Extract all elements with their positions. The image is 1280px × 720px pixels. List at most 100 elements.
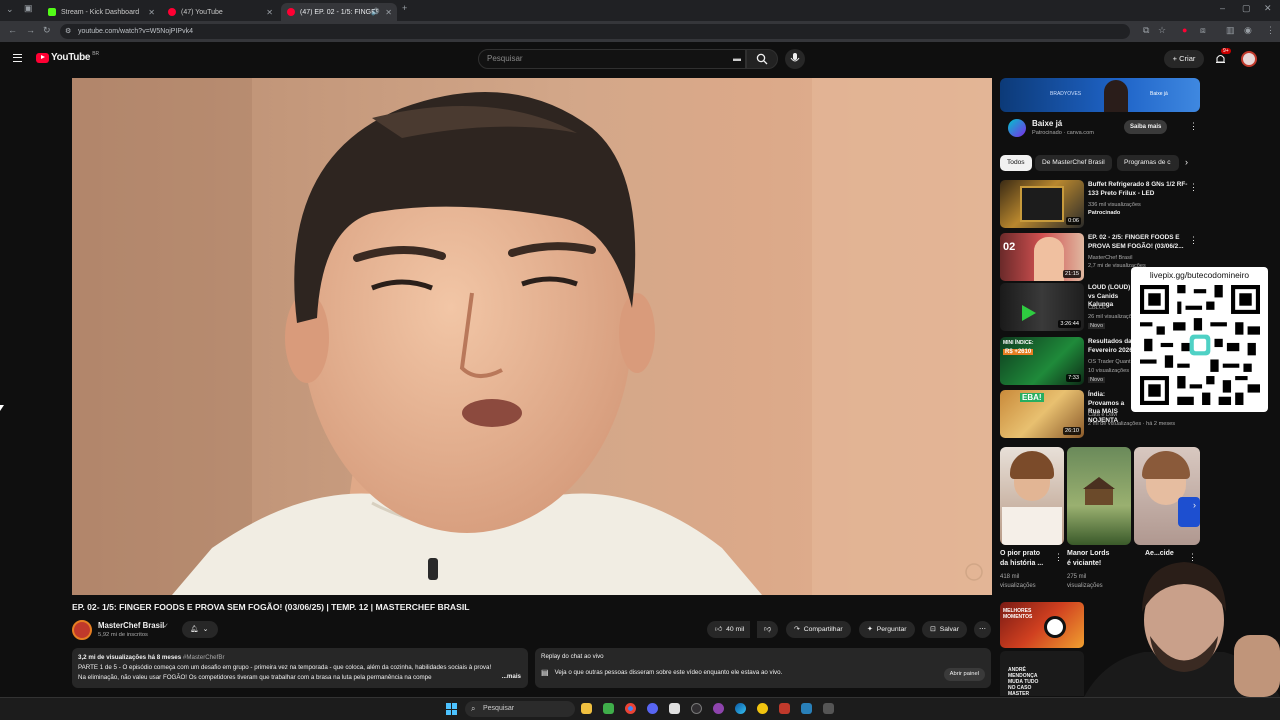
duration-badge: 21:15: [1063, 270, 1081, 278]
search-icon: ⌕: [471, 704, 476, 713]
workspaces-icon[interactable]: ▣: [24, 3, 33, 14]
livepix-overlay: livepix.gg/butecodomineiro: [1131, 267, 1268, 412]
chip-from-channel[interactable]: De MasterChef Brasil: [1035, 155, 1112, 171]
minimize-icon[interactable]: –: [1220, 3, 1225, 13]
channel-name[interactable]: MasterChef Brasil: [98, 621, 164, 630]
profile-icon[interactable]: ◉: [1244, 25, 1252, 36]
new-badge: Novo: [1088, 377, 1106, 383]
store-icon[interactable]: [603, 703, 614, 714]
browser-menu-icon[interactable]: ⋮: [1266, 25, 1275, 36]
discord-icon[interactable]: [647, 703, 658, 714]
ad-title: Baixe já: [1032, 119, 1063, 128]
chip-programs[interactable]: Programas de c: [1117, 155, 1179, 171]
account-avatar[interactable]: [1241, 51, 1257, 67]
url-field[interactable]: ⚙ youtube.com/watch?v=W5NojPIPvk4: [60, 24, 1130, 39]
notifications-button[interactable]: 9+: [1215, 48, 1231, 66]
description-box[interactable]: 3,2 mi de visualizações há 8 meses #Mast…: [72, 648, 528, 688]
forward-icon[interactable]: →: [26, 25, 35, 35]
short-thumbnail[interactable]: [1067, 447, 1131, 545]
hashtag-link[interactable]: #MasterChefBr: [183, 654, 225, 661]
tab-label: (47) YouTube: [181, 8, 223, 16]
windows-start-icon[interactable]: [446, 703, 458, 715]
app-icon[interactable]: [823, 703, 834, 714]
share-button[interactable]: ↷ Compartilhar: [786, 621, 851, 638]
short-thumbnail[interactable]: [1134, 447, 1200, 545]
chrome-icon[interactable]: [625, 703, 636, 714]
recommendation-item[interactable]: 0:06 Buffet Refrigerado 8 GNs 1/2 RF-133…: [1000, 180, 1200, 230]
shelf-next-icon[interactable]: ›: [1193, 500, 1196, 510]
show-more-link[interactable]: ...mais: [501, 672, 521, 682]
new-tab-icon[interactable]: +: [402, 3, 407, 13]
video-player[interactable]: [72, 78, 992, 595]
more-options-icon[interactable]: ⋮: [1054, 552, 1063, 563]
duration-badge: 0:06: [1066, 217, 1081, 225]
file-explorer-icon[interactable]: [581, 703, 592, 714]
notepad-icon[interactable]: [669, 703, 680, 714]
chevron-right-icon[interactable]: ›: [1185, 157, 1188, 167]
video-thumbnail: EBA! 26:10: [1000, 390, 1084, 438]
close-tab-icon[interactable]: ✕: [385, 8, 392, 17]
back-icon[interactable]: ←: [8, 25, 17, 35]
more-options-icon[interactable]: ⋮: [1189, 182, 1198, 193]
bookmark-star-icon[interactable]: ☆: [1158, 25, 1166, 36]
tab-youtube-home[interactable]: (47) YouTube ✕: [162, 3, 278, 21]
install-icon[interactable]: ⧉: [1143, 25, 1149, 36]
extension-icon[interactable]: ●: [1182, 25, 1187, 35]
channel-name: CBLOL: [1088, 305, 1107, 311]
news-thumbnail[interactable]: ANDRÉ MENDONÇA MUDA TUDO NO CASO MASTER: [1000, 651, 1084, 696]
channel-name: MasterChef Brasil: [1088, 255, 1133, 261]
maximize-icon[interactable]: ▢: [1242, 3, 1251, 14]
reload-icon[interactable]: ↻: [43, 25, 51, 36]
ad-more-icon[interactable]: ⋮: [1189, 121, 1198, 132]
speaker-icon[interactable]: 🔊: [371, 8, 380, 16]
create-button[interactable]: + Criar: [1164, 50, 1204, 68]
app-icon[interactable]: [801, 703, 812, 714]
sidebar-icon[interactable]: ▥: [1226, 25, 1235, 36]
extensions-puzzle-icon[interactable]: ⧈: [1200, 25, 1206, 36]
more-options-icon[interactable]: ⋮: [1189, 235, 1198, 246]
app-icon[interactable]: [713, 703, 724, 714]
episode-number: 02: [1003, 241, 1016, 253]
taskbar-search[interactable]: ⌕ Pesquisar: [465, 701, 575, 717]
more-actions-button[interactable]: ⋯: [974, 621, 991, 638]
obs-icon[interactable]: [691, 703, 702, 714]
view-count: 336 mil visualizações: [1088, 202, 1141, 208]
youtube-logo[interactable]: YouTube BR: [36, 50, 100, 63]
search-button[interactable]: [746, 49, 778, 69]
like-button[interactable]: 👍︎ 40 mil: [707, 621, 751, 638]
video-thumbnail[interactable]: MELHORES MOMENTOS: [1000, 602, 1084, 648]
site-info-icon[interactable]: ⚙: [65, 24, 71, 39]
voice-search-button[interactable]: [785, 49, 805, 69]
learn-more-button[interactable]: Saiba mais: [1124, 120, 1168, 134]
app-icon[interactable]: [757, 703, 768, 714]
hamburger-menu-icon[interactable]: [13, 54, 22, 62]
tab-search-icon[interactable]: ⌄: [6, 4, 14, 15]
short-title[interactable]: O pior prato da história ...: [1000, 549, 1046, 569]
subscription-bell-button[interactable]: 🔔︎ ⌄: [182, 621, 218, 638]
bell-icon: [1216, 54, 1225, 63]
open-panel-button[interactable]: Abrir painel: [943, 668, 985, 681]
app-icon[interactable]: [779, 703, 790, 714]
tab-youtube-video[interactable]: (47) EP. 02 - 1/5: FINGER FO 🔊 ✕: [281, 3, 397, 21]
search-input[interactable]: Pesquisar ▬: [478, 49, 746, 69]
edge-icon[interactable]: [735, 703, 746, 714]
chat-title: Replay do chat ao vivo: [541, 653, 604, 660]
sponsored-ad[interactable]: BRADYOVES Baixe já Baixe já Patrocinado …: [1000, 78, 1200, 144]
ad-banner-right-text: Baixe já: [1150, 91, 1168, 97]
chip-all[interactable]: Todos: [1000, 155, 1032, 171]
region-code: BR: [92, 50, 100, 57]
ask-label: Perguntar: [876, 626, 907, 633]
channel-avatar[interactable]: [72, 620, 92, 640]
save-button[interactable]: ⊡ Salvar: [922, 621, 967, 638]
keyboard-icon[interactable]: ▬: [733, 50, 741, 68]
youtube-header: YouTube BR Pesquisar ▬ + Criar 9+: [0, 42, 1280, 76]
short-thumbnail[interactable]: [1000, 447, 1064, 545]
chevron-down-icon: ⌄: [202, 626, 209, 633]
close-window-icon[interactable]: ✕: [1264, 3, 1272, 14]
close-tab-icon[interactable]: ✕: [266, 8, 273, 17]
ask-button[interactable]: ✦ Perguntar: [859, 621, 915, 638]
thumbs-down-icon: 👎︎: [764, 626, 771, 633]
close-tab-icon[interactable]: ✕: [148, 8, 155, 17]
dislike-button[interactable]: 👎︎: [757, 621, 778, 638]
tab-kick-dashboard[interactable]: Stream - Kick Dashboard ✕: [42, 3, 160, 21]
